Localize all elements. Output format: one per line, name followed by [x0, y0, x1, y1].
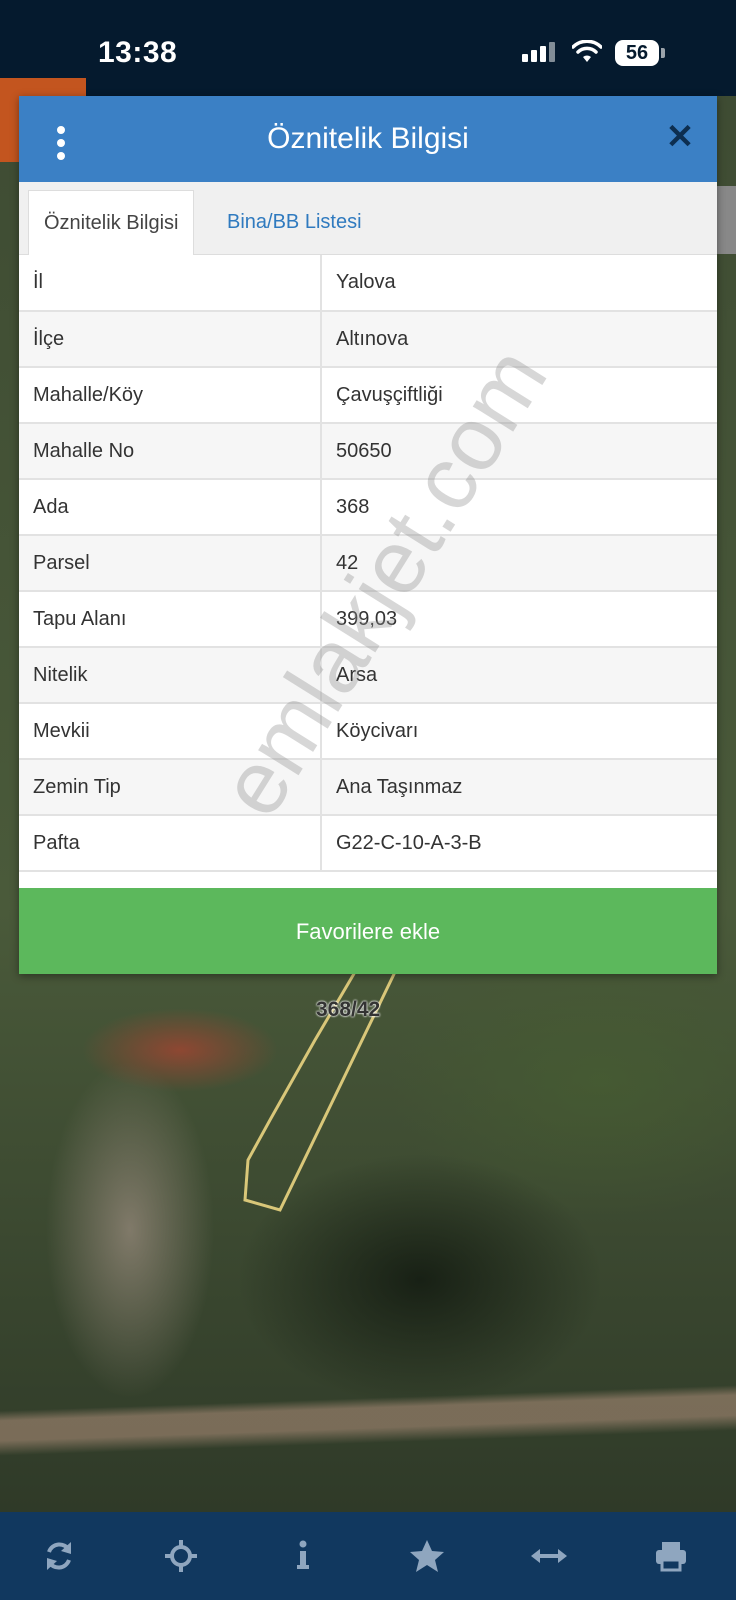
battery-icon: 56: [615, 40, 659, 66]
row-key: Ada: [19, 479, 322, 536]
table-row: İlçe Altınova: [19, 311, 717, 368]
wifi-icon: [572, 40, 602, 62]
signal-icon: [522, 42, 558, 62]
tab-bar: Öznitelik Bilgisi Bina/BB Listesi: [19, 182, 717, 255]
locate-icon[interactable]: [159, 1534, 203, 1578]
info-icon[interactable]: [281, 1534, 325, 1578]
battery-tip: [661, 48, 665, 58]
print-icon[interactable]: [649, 1534, 693, 1578]
refresh-icon[interactable]: [37, 1534, 81, 1578]
bottom-toolbar: [0, 1512, 736, 1600]
row-key: Tapu Alanı: [19, 591, 322, 648]
tab-attribute-info[interactable]: Öznitelik Bilgisi: [28, 190, 195, 255]
row-key: İlçe: [19, 311, 322, 368]
close-icon[interactable]: ✕: [665, 120, 695, 154]
measure-icon[interactable]: [527, 1534, 571, 1578]
table-row: Mahalle/Köy Çavuşçiftliği: [19, 367, 717, 424]
row-key: Mahalle/Köy: [19, 367, 322, 424]
row-key: Parsel: [19, 535, 322, 592]
row-value: Yalova: [321, 255, 717, 312]
status-bar: 13:38 56: [0, 0, 736, 96]
row-key: İl: [19, 255, 322, 312]
row-value: G22-C-10-A-3-B: [321, 815, 717, 872]
table-row: Mahalle No 50650: [19, 423, 717, 480]
dialog-title: Öznitelik Bilgisi: [267, 122, 469, 155]
table-row: Zemin Tip Ana Taşınmaz: [19, 759, 717, 816]
table-row: Mevkii Köycivarı: [19, 703, 717, 760]
row-value: Köycivarı: [321, 703, 717, 760]
background-scroll-edge: [716, 186, 736, 254]
row-key: Mahalle No: [19, 423, 322, 480]
tab-building-list[interactable]: Bina/BB Listesi: [212, 190, 377, 254]
star-icon[interactable]: [405, 1534, 449, 1578]
table-row: İl Yalova: [19, 255, 717, 312]
parcel-label: 368/42: [316, 998, 381, 1021]
status-time: 13:38: [98, 36, 178, 69]
add-favorite-button[interactable]: Favorilere ekle: [19, 888, 717, 974]
row-value: Ana Taşınmaz: [321, 759, 717, 816]
dialog-header: Öznitelik Bilgisi ✕: [19, 96, 717, 182]
table-row: Pafta G22-C-10-A-3-B: [19, 815, 717, 872]
